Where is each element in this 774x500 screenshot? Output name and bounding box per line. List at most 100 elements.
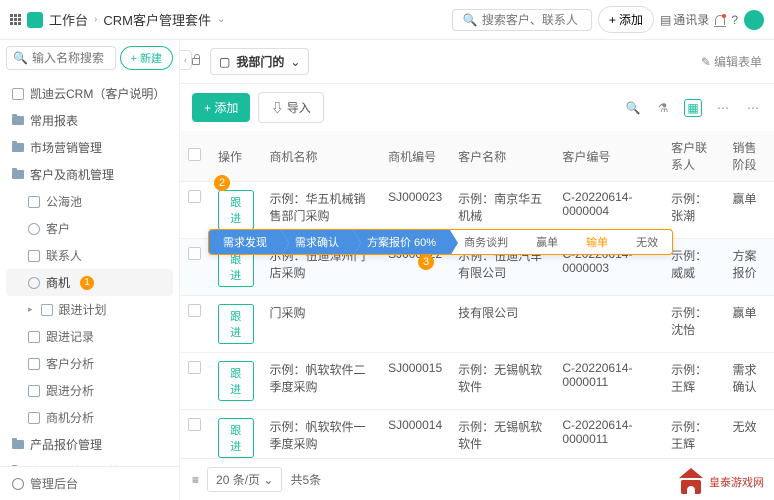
stage-step[interactable]: 商务谈判 — [450, 230, 522, 254]
sidebar-item-plan[interactable]: ▸跟进计划 — [0, 296, 179, 323]
cell-name: 门采购 — [262, 296, 381, 353]
sidebar-item-pool[interactable]: 公海池 — [0, 188, 179, 215]
row-checkbox[interactable] — [188, 247, 201, 260]
breadcrumb: 工作台 › CRM客户管理套件 ⌄ — [49, 10, 225, 29]
sidebar-search-input[interactable] — [32, 51, 109, 65]
list-icon[interactable]: ≡ — [192, 473, 199, 487]
sidebar-group-reports[interactable]: 常用报表 — [0, 107, 179, 134]
watermark-logo-icon — [677, 468, 705, 496]
stage-step[interactable]: 无效 — [622, 230, 672, 254]
expand-icon[interactable]: ▸ — [28, 304, 33, 315]
checkbox-all[interactable] — [188, 148, 201, 161]
contacts-link[interactable]: ▤ 通讯录 — [660, 11, 709, 28]
sidebar-group-marketing[interactable]: 市场营销管理 — [0, 134, 179, 161]
toolbar-import-button[interactable]: ⇩ 导入 — [258, 92, 323, 123]
table-row[interactable]: 跟进 示例：帆软软件二季度采购 SJ000015 示例：无锡帆软软件 C-202… — [180, 353, 774, 410]
col-action[interactable]: 操作 — [210, 131, 262, 182]
app-logo — [27, 12, 43, 28]
filter-icon[interactable]: ⚗ — [654, 99, 672, 117]
dept-label: 我部门的 — [236, 53, 284, 70]
more-icon[interactable]: ⋯ — [744, 99, 762, 117]
cell-cust: 技有限公司 — [450, 296, 554, 353]
cell-contact: 示例：王辉 — [663, 353, 724, 410]
col-cust[interactable]: 客户名称 — [450, 131, 554, 182]
cell-contact: 示例：沈怡 — [663, 296, 724, 353]
add-button[interactable]: + 添加 — [598, 6, 654, 33]
watermark-text: 皇泰游戏网 — [709, 474, 764, 490]
tutorial-badge-2: 2 — [214, 175, 230, 191]
global-search[interactable]: 🔍 — [452, 9, 592, 31]
follow-button[interactable]: 跟进 — [218, 304, 254, 344]
follow-button[interactable]: 跟进 — [218, 361, 254, 401]
row-checkbox[interactable] — [188, 304, 201, 317]
sidebar-collapse-handle[interactable]: ‹ — [180, 50, 192, 70]
search-icon: 🔍 — [463, 13, 478, 27]
sidebar-item-opportunity[interactable]: 商机1 — [6, 269, 173, 296]
follow-button[interactable]: 跟进 — [218, 418, 254, 458]
sidebar-item-contact[interactable]: 联系人 — [0, 242, 179, 269]
table-row[interactable]: 跟进 门采购 技有限公司 示例：沈怡 赢单 — [180, 296, 774, 353]
breadcrumb-suite[interactable]: CRM客户管理套件 — [103, 10, 211, 29]
help-icon[interactable]: ? — [731, 13, 738, 27]
sidebar-item-follow-analysis[interactable]: 跟进分析 — [0, 377, 179, 404]
sidebar-item-customer[interactable]: 客户 — [0, 215, 179, 242]
cell-stage: 赢单 — [725, 182, 774, 239]
stage-step[interactable]: 需求发现 — [209, 230, 281, 254]
cell-code — [380, 296, 450, 353]
col-name[interactable]: 商机名称 — [262, 131, 381, 182]
col-code[interactable]: 商机编号 — [380, 131, 450, 182]
cell-stage: 赢单 — [725, 296, 774, 353]
breadcrumb-workspace[interactable]: 工作台 — [49, 10, 88, 29]
sidebar-item-crm-home[interactable]: 凯迪云CRM（客户说明） — [0, 80, 179, 107]
row-checkbox[interactable] — [188, 418, 201, 431]
table-row[interactable]: 跟进 示例：帆软软件一季度采购 SJ000014 示例：无锡帆软软件 C-202… — [180, 410, 774, 459]
cell-name: 示例：帆软软件一季度采购 — [262, 410, 381, 459]
sidebar-group-quote[interactable]: 产品报价管理 — [0, 431, 179, 458]
stage-step[interactable]: 赢单 — [522, 230, 572, 254]
sidebar-new-button[interactable]: + 新建 — [120, 46, 173, 70]
stage-step[interactable]: 输单 — [572, 230, 622, 254]
cell-contact: 示例：王辉 — [663, 410, 724, 459]
notifications-icon[interactable] — [715, 15, 725, 25]
dept-selector[interactable]: ▢ 我部门的 ⌄ — [210, 48, 309, 75]
col-contact[interactable]: 客户联系人 — [663, 131, 724, 182]
sidebar-item-opp-analysis[interactable]: 商机分析 — [0, 404, 179, 431]
settings-icon[interactable]: ⋯ — [714, 99, 732, 117]
user-avatar[interactable] — [744, 10, 764, 30]
global-search-input[interactable] — [482, 13, 581, 27]
cell-cust-code — [554, 296, 663, 353]
stage-step[interactable]: 方案报价 60% — [353, 230, 450, 254]
sidebar-admin[interactable]: 管理后台 — [0, 466, 179, 500]
col-cust-code[interactable]: 客户编号 — [554, 131, 663, 182]
toolbar-add-button[interactable]: + 添加 — [192, 93, 250, 122]
cell-code: SJ000015 — [380, 353, 450, 410]
row-checkbox[interactable] — [188, 190, 201, 203]
follow-button[interactable]: 跟进 — [218, 190, 254, 230]
opportunity-table: 操作 商机名称 商机编号 客户名称 客户编号 客户联系人 销售阶段 跟进 示例：… — [180, 131, 774, 458]
org-icon: ▢ — [219, 55, 230, 69]
chevron-down-icon[interactable]: ⌄ — [217, 14, 225, 25]
chevron-right-icon: › — [94, 14, 97, 25]
tutorial-badge-3: 3 — [418, 254, 434, 270]
sidebar-group-contract[interactable]: 合同/回款/开票管理 — [0, 458, 179, 466]
cell-cust: 示例：无锡帆软软件 — [450, 353, 554, 410]
cell-cust: 示例：无锡帆软软件 — [450, 410, 554, 459]
edit-form-link[interactable]: ✎ 编辑表单 — [701, 53, 762, 70]
sidebar-item-cust-analysis[interactable]: 客户分析 — [0, 350, 179, 377]
sidebar-item-record[interactable]: 跟进记录 — [0, 323, 179, 350]
cell-name: 示例：帆软软件二季度采购 — [262, 353, 381, 410]
search-icon[interactable]: 🔍 — [624, 99, 642, 117]
stage-progress-popup: 需求发现 需求确认 方案报价 60% 商务谈判 赢单 输单 无效 — [208, 229, 673, 255]
col-stage[interactable]: 销售阶段 — [725, 131, 774, 182]
view-grid-icon[interactable]: ▦ — [684, 99, 702, 117]
cell-cust-code: C-20220614-0000011 — [554, 353, 663, 410]
cell-stage: 需求确认 — [725, 353, 774, 410]
row-checkbox[interactable] — [188, 361, 201, 374]
sidebar-search[interactable]: 🔍 — [6, 46, 116, 70]
stage-step[interactable]: 需求确认 — [281, 230, 353, 254]
apps-grid-icon[interactable] — [10, 14, 21, 25]
page-size-select[interactable]: 20 条/页 ⌄ — [207, 467, 282, 492]
sidebar-group-customer-mgmt[interactable]: 客户及商机管理 — [0, 161, 179, 188]
total-count: 共5条 — [290, 471, 321, 488]
watermark: 皇泰游戏网 — [677, 468, 764, 496]
